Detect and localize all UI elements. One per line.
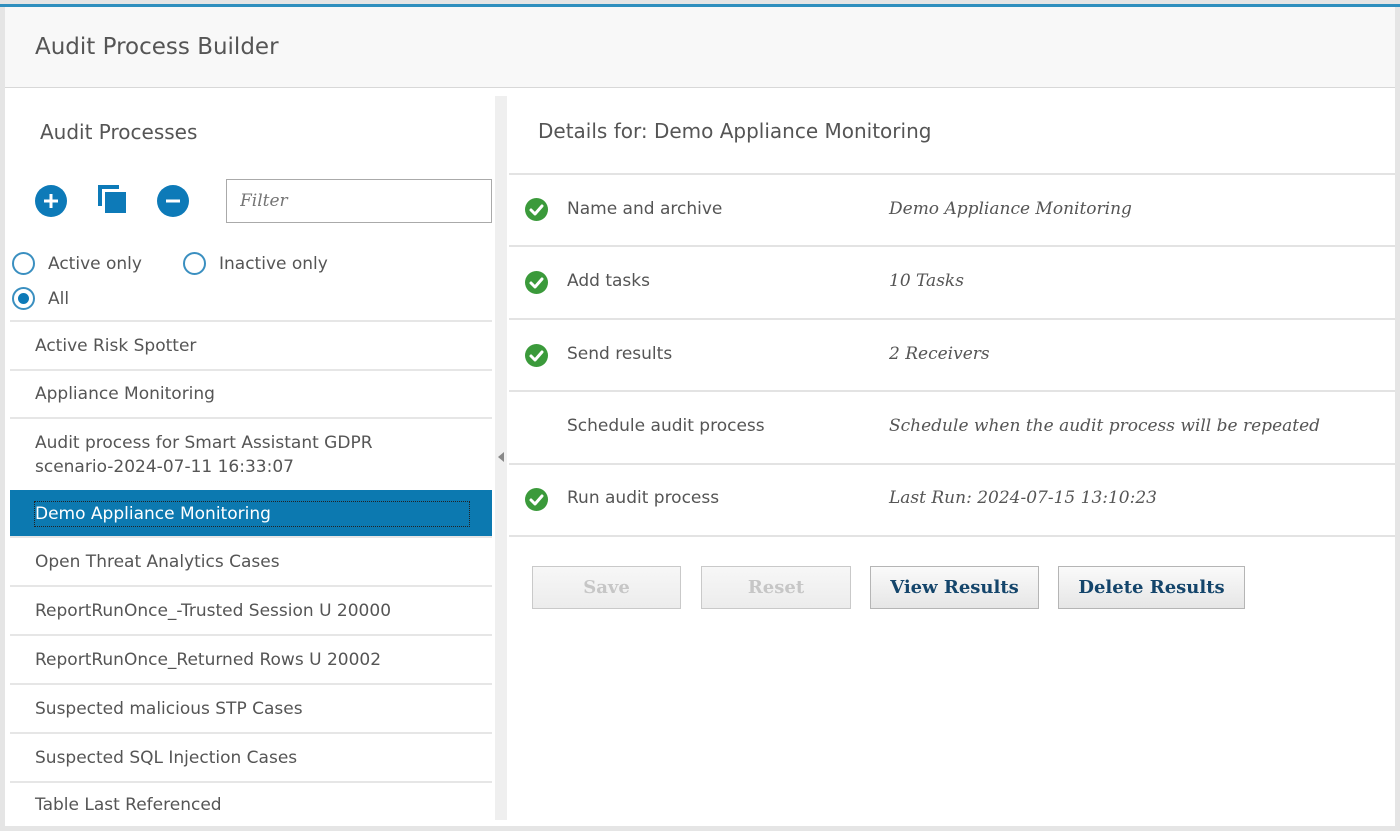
list-item[interactable]: Suspected SQL Injection Cases bbox=[10, 732, 492, 781]
reset-button[interactable]: Reset bbox=[701, 566, 851, 609]
step-value: 2 Receivers bbox=[889, 344, 990, 364]
list-item-label: Suspected malicious STP Cases bbox=[35, 698, 303, 719]
details-title: Details for: Demo Appliance Monitoring bbox=[538, 119, 932, 143]
delete-results-button[interactable]: Delete Results bbox=[1058, 566, 1245, 609]
list-item-label: Audit process for Smart Assistant GDPR s… bbox=[35, 432, 373, 477]
audit-processes-panel: Audit Processes Active only Inactive onl… bbox=[5, 88, 495, 826]
list-item-label: Open Threat Analytics Cases bbox=[35, 551, 280, 572]
list-item-label: Active Risk Spotter bbox=[35, 335, 197, 356]
list-item[interactable]: Suspected malicious STP Cases bbox=[10, 683, 492, 732]
step-label: Schedule audit process bbox=[567, 416, 765, 436]
list-item-label: Demo Appliance Monitoring bbox=[34, 501, 470, 527]
list-item[interactable]: Appliance Monitoring bbox=[10, 369, 492, 417]
step-run-audit-process[interactable]: Run audit process Last Run: 2024-07-15 1… bbox=[509, 465, 1395, 537]
add-process-button[interactable] bbox=[35, 185, 67, 217]
app-header: Audit Process Builder bbox=[5, 7, 1395, 88]
step-value: 10 Tasks bbox=[889, 271, 964, 291]
list-item[interactable]: Table Last Referenced bbox=[10, 781, 492, 826]
step-label: Run audit process bbox=[567, 488, 720, 508]
list-item-label: Table Last Referenced bbox=[35, 794, 222, 815]
list-item[interactable]: Audit process for Smart Assistant GDPR s… bbox=[10, 417, 492, 490]
audit-process-list: Active Risk Spotter Appliance Monitoring… bbox=[10, 320, 492, 826]
step-send-results[interactable]: Send results 2 Receivers bbox=[509, 320, 1395, 392]
app-title: Audit Process Builder bbox=[35, 34, 279, 60]
step-label: Send results bbox=[567, 344, 673, 364]
step-label: Name and archive bbox=[567, 199, 723, 219]
step-value: Schedule when the audit process will be … bbox=[889, 416, 1321, 436]
save-button[interactable]: Save bbox=[532, 566, 681, 609]
radio-circle[interactable] bbox=[12, 287, 35, 310]
details-panel: Details for: Demo Appliance Monitoring N… bbox=[509, 88, 1395, 826]
radio-inactive-only[interactable]: Inactive only bbox=[183, 252, 328, 275]
view-results-button[interactable]: View Results bbox=[870, 566, 1039, 609]
radio-label: All bbox=[48, 288, 70, 309]
minus-circle-icon bbox=[166, 199, 180, 203]
radio-label: Inactive only bbox=[219, 253, 328, 274]
process-steps: Name and archive Demo Appliance Monitori… bbox=[509, 173, 1395, 537]
radio-label: Active only bbox=[48, 253, 142, 274]
list-item-label: ReportRunOnce_-Trusted Session U 20000 bbox=[35, 600, 392, 621]
radio-active-only[interactable]: Active only bbox=[12, 252, 142, 275]
panel-title: Audit Processes bbox=[40, 120, 198, 144]
list-item-label: ReportRunOnce_Returned Rows U 20002 bbox=[35, 649, 382, 670]
step-label: Add tasks bbox=[567, 271, 650, 291]
check-circle-icon bbox=[525, 488, 548, 511]
step-value: Demo Appliance Monitoring bbox=[889, 199, 1132, 219]
list-item[interactable]: Open Threat Analytics Cases bbox=[10, 536, 492, 585]
check-circle-icon bbox=[525, 344, 548, 367]
list-item[interactable]: ReportRunOnce_-Trusted Session U 20000 bbox=[10, 585, 492, 634]
filter-input[interactable] bbox=[226, 179, 492, 223]
copy-icon bbox=[98, 185, 126, 213]
step-schedule-audit-process[interactable]: Schedule audit process Schedule when the… bbox=[509, 392, 1395, 465]
list-item[interactable]: ReportRunOnce_Returned Rows U 20002 bbox=[10, 634, 492, 683]
list-item-selected[interactable]: Demo Appliance Monitoring bbox=[10, 490, 492, 536]
list-item-label: Suspected SQL Injection Cases bbox=[35, 747, 298, 768]
copy-process-button[interactable] bbox=[97, 184, 131, 218]
collapse-arrow-icon[interactable] bbox=[498, 452, 504, 462]
step-name-and-archive[interactable]: Name and archive Demo Appliance Monitori… bbox=[509, 175, 1395, 247]
step-value: Last Run: 2024-07-15 13:10:23 bbox=[889, 488, 1157, 508]
step-add-tasks[interactable]: Add tasks 10 Tasks bbox=[509, 247, 1395, 320]
check-circle-icon bbox=[525, 198, 548, 221]
radio-all[interactable]: All bbox=[12, 287, 69, 310]
list-item[interactable]: Active Risk Spotter bbox=[10, 320, 492, 369]
plus-circle-icon bbox=[44, 194, 58, 208]
list-item-label: Appliance Monitoring bbox=[35, 384, 215, 404]
radio-circle[interactable] bbox=[12, 252, 35, 275]
radio-circle[interactable] bbox=[183, 252, 206, 275]
remove-process-button[interactable] bbox=[157, 185, 189, 217]
check-circle-icon bbox=[525, 271, 548, 294]
